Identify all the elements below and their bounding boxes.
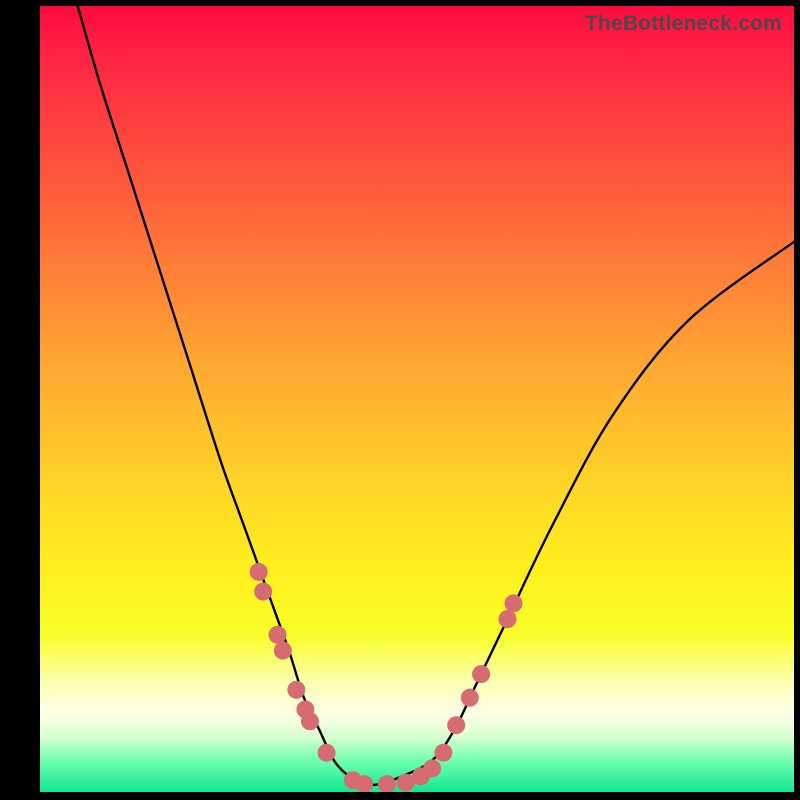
data-marker bbox=[378, 775, 396, 792]
data-marker bbox=[472, 665, 490, 683]
plot-area: TheBottleneck.com bbox=[40, 6, 794, 792]
data-marker bbox=[447, 716, 465, 734]
data-marker bbox=[423, 759, 441, 777]
data-marker bbox=[274, 642, 292, 660]
data-marker bbox=[498, 610, 516, 628]
data-marker bbox=[461, 689, 479, 707]
marker-group bbox=[250, 563, 523, 792]
data-marker bbox=[318, 744, 336, 762]
data-marker bbox=[301, 712, 319, 730]
chart-svg bbox=[40, 6, 794, 792]
data-marker bbox=[250, 563, 268, 581]
data-marker bbox=[434, 744, 452, 762]
data-marker bbox=[505, 594, 523, 612]
data-marker bbox=[287, 681, 305, 699]
data-marker bbox=[269, 626, 287, 644]
data-marker bbox=[254, 583, 272, 601]
bottleneck-curve bbox=[78, 6, 794, 785]
chart-frame: TheBottleneck.com bbox=[0, 0, 800, 800]
